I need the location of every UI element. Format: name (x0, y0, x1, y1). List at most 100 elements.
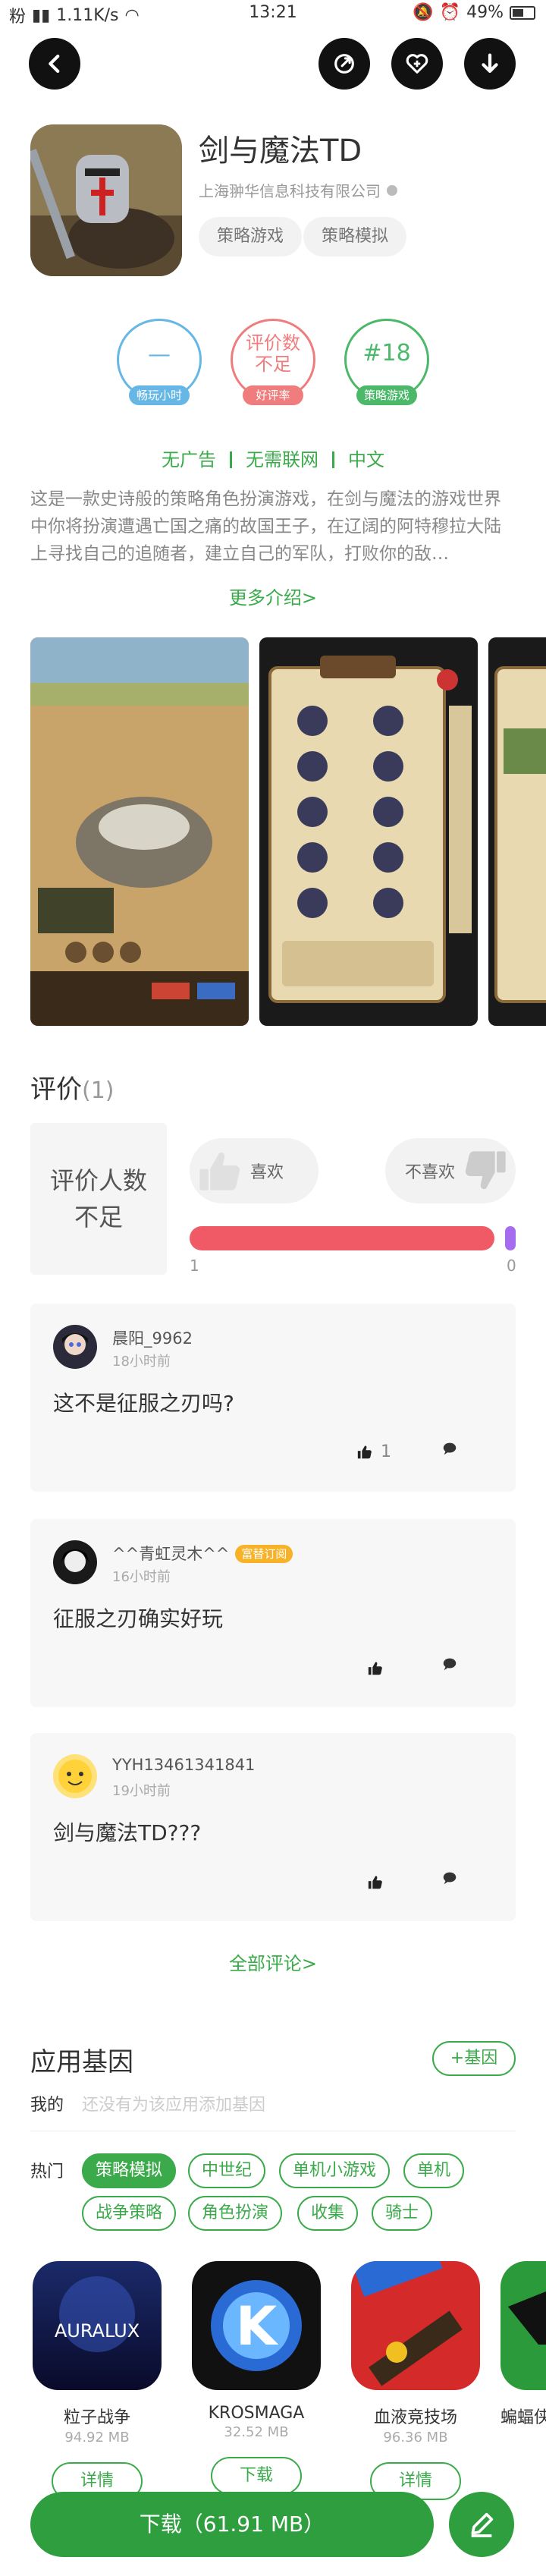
avatar[interactable] (53, 1325, 97, 1369)
download-top-button[interactable] (464, 38, 516, 90)
avatar[interactable] (53, 1540, 97, 1584)
gene-chip[interactable]: 战争策略 (82, 2196, 177, 2231)
speech-bubble-icon (443, 1658, 457, 1671)
comment-like-count: 1 (381, 1442, 391, 1461)
follow-button[interactable] (391, 38, 443, 90)
chevron-left-icon (49, 54, 60, 74)
rating-badge: 评价数 不足 好评率 (231, 319, 315, 405)
more-intro-link[interactable]: 更多介绍> (0, 583, 546, 609)
all-comments-link[interactable]: 全部评论> (0, 1949, 546, 1975)
comment-reply-button[interactable] (441, 1440, 458, 1460)
rating-insufficient-box: 评价人数不足 (30, 1123, 167, 1275)
comment-reply-button[interactable] (441, 1870, 458, 1889)
comment-card[interactable]: ^^青虹灵木^^ 富替订阅 16小时前 征服之刃确实好玩 (30, 1519, 516, 1707)
alarm-icon: ⏰ (439, 3, 461, 22)
app-title: 剑与魔法TD (199, 134, 362, 168)
thumbs-up-icon (368, 1662, 382, 1675)
developer-name: 上海翀华信息科技有限公司 (199, 182, 381, 200)
download-button[interactable]: 下载（61.91 MB） (30, 2492, 434, 2557)
gene-chip[interactable]: 策略模拟 (82, 2153, 177, 2188)
share-button[interactable] (318, 38, 370, 90)
write-review-button[interactable] (449, 2492, 514, 2557)
add-gene-button[interactable]: +基因 (432, 2041, 516, 2076)
recommended-app[interactable]: 血液竞技场 96.36 MB 详情 (349, 2261, 482, 2500)
comment-text: 这不是征服之刃吗? (53, 1391, 234, 1416)
rating-value: 评价数 不足 (246, 332, 300, 375)
thumbs-up-icon (357, 1445, 372, 1458)
dislike-button[interactable]: 不喜欢 (385, 1138, 516, 1203)
like-count: 1 (190, 1257, 199, 1275)
gene-chip[interactable]: 中世纪 (188, 2153, 266, 2188)
feature-no-ads: 无广告 (162, 449, 216, 470)
comment-like-button[interactable] (367, 1874, 391, 1891)
comment-author[interactable]: ^^青虹灵木^^ (112, 1545, 229, 1563)
app-name: 血液竞技场 (373, 2408, 457, 2427)
app-icon[interactable] (351, 2261, 480, 2390)
app-icon[interactable] (500, 2261, 546, 2390)
gene-chip[interactable]: 收集 (297, 2196, 359, 2231)
dislike-ratio-bar (505, 1226, 516, 1250)
comment-reply-button[interactable] (441, 1656, 458, 1675)
ratings-title: 评价(1) (30, 1068, 115, 1106)
comment-author-line[interactable]: ^^青虹灵木^^ 富替订阅 (112, 1542, 293, 1565)
genes-title: 应用基因 (30, 2047, 133, 2077)
like-button[interactable]: 喜欢 (190, 1138, 318, 1203)
tag-strategy[interactable]: 策略游戏 (199, 217, 303, 256)
hot-genes-label: 热门 (30, 2162, 64, 2181)
app-name: KROSMAGA (208, 2404, 305, 2423)
app-icon[interactable]: AURALUX (33, 2261, 162, 2390)
playtime-badge: — 畅玩小时 (117, 319, 202, 405)
screenshot-1[interactable] (30, 637, 249, 1026)
screenshot-2[interactable] (259, 637, 478, 1026)
comment-card[interactable]: YYH13461341841 19小时前 剑与魔法TD??? (30, 1733, 516, 1921)
gene-chip[interactable]: 单机小游戏 (279, 2153, 391, 2188)
tag-strategy-sim[interactable]: 策略模拟 (303, 217, 407, 256)
comment-like-button[interactable] (367, 1660, 391, 1677)
recommended-app[interactable]: AURALUX 粒子战争 94.92 MB 详情 (30, 2261, 164, 2500)
download-button[interactable]: 下载 (211, 2457, 302, 2495)
feature-offline: 无需联网 (246, 449, 318, 470)
app-size: 94.92 MB (64, 2430, 130, 2445)
status-bar: 粉 ▮▮ 1.11K/s ◠ 13:21 🔕 ⏰ 49% (0, 0, 546, 27)
rank-badge[interactable]: #18 策略游戏 (344, 319, 429, 405)
comment-author[interactable]: YYH13461341841 (112, 1756, 255, 1774)
rating-insufficient-text: 评价人数不足 (49, 1166, 147, 1231)
pencil-icon (471, 2512, 494, 2537)
comment-time: 18小时前 (112, 1354, 171, 1370)
app-description: 这是一款史诗般的策略角色扮演游戏，在剑与魔法的游戏世界中你将扮演遭遇亡国之痛的故… (30, 489, 501, 564)
dislike-count: 0 (507, 1257, 516, 1275)
screenshot-carousel[interactable] (30, 637, 546, 1026)
recommended-app[interactable]: 蝙蝠侠 (500, 2261, 546, 2428)
arrow-down-icon (482, 53, 498, 74)
comment-card[interactable]: 晨阳_9962 18小时前 这不是征服之刃吗? 1 (30, 1304, 516, 1492)
gene-chip[interactable]: 单机 (403, 2153, 465, 2188)
screenshot-3[interactable] (488, 637, 546, 1026)
battery-level: 49% (466, 3, 504, 22)
chevron-right-icon (387, 184, 397, 196)
thumbs-up-icon (368, 1876, 382, 1889)
playtime-value: — (148, 341, 171, 368)
ratings-count: (1) (82, 1077, 115, 1104)
app-icon[interactable]: K (192, 2261, 321, 2390)
like-label: 喜欢 (250, 1163, 284, 1182)
share-icon (334, 54, 354, 74)
gene-chip[interactable]: 骑士 (372, 2196, 433, 2231)
back-button[interactable] (29, 38, 80, 90)
svg-text:K: K (236, 2295, 279, 2357)
developer-link[interactable]: 上海翀华信息科技有限公司 (199, 179, 397, 201)
comment-like-button[interactable]: 1 (356, 1442, 391, 1461)
ratings-title-text: 评价 (30, 1074, 82, 1105)
feature-list: 无广告 无需联网 中文 (0, 445, 546, 471)
thumbs-down-icon (465, 1151, 506, 1190)
comment-text: 征服之刃确实好玩 (53, 1606, 224, 1631)
app-size: 32.52 MB (224, 2424, 289, 2440)
rating-label: 好评率 (243, 385, 303, 405)
recommended-app[interactable]: K KROSMAGA 32.52 MB 下载 (190, 2261, 323, 2495)
comment-author[interactable]: 晨阳_9962 (112, 1326, 193, 1349)
gene-chip[interactable]: 角色扮演 (188, 2196, 283, 2231)
like-ratio-bar (190, 1226, 494, 1250)
speech-bubble-icon (443, 1872, 457, 1885)
vip-badge: 富替订阅 (235, 1545, 293, 1563)
avatar[interactable] (53, 1754, 97, 1798)
playtime-label: 畅玩小时 (129, 385, 190, 405)
